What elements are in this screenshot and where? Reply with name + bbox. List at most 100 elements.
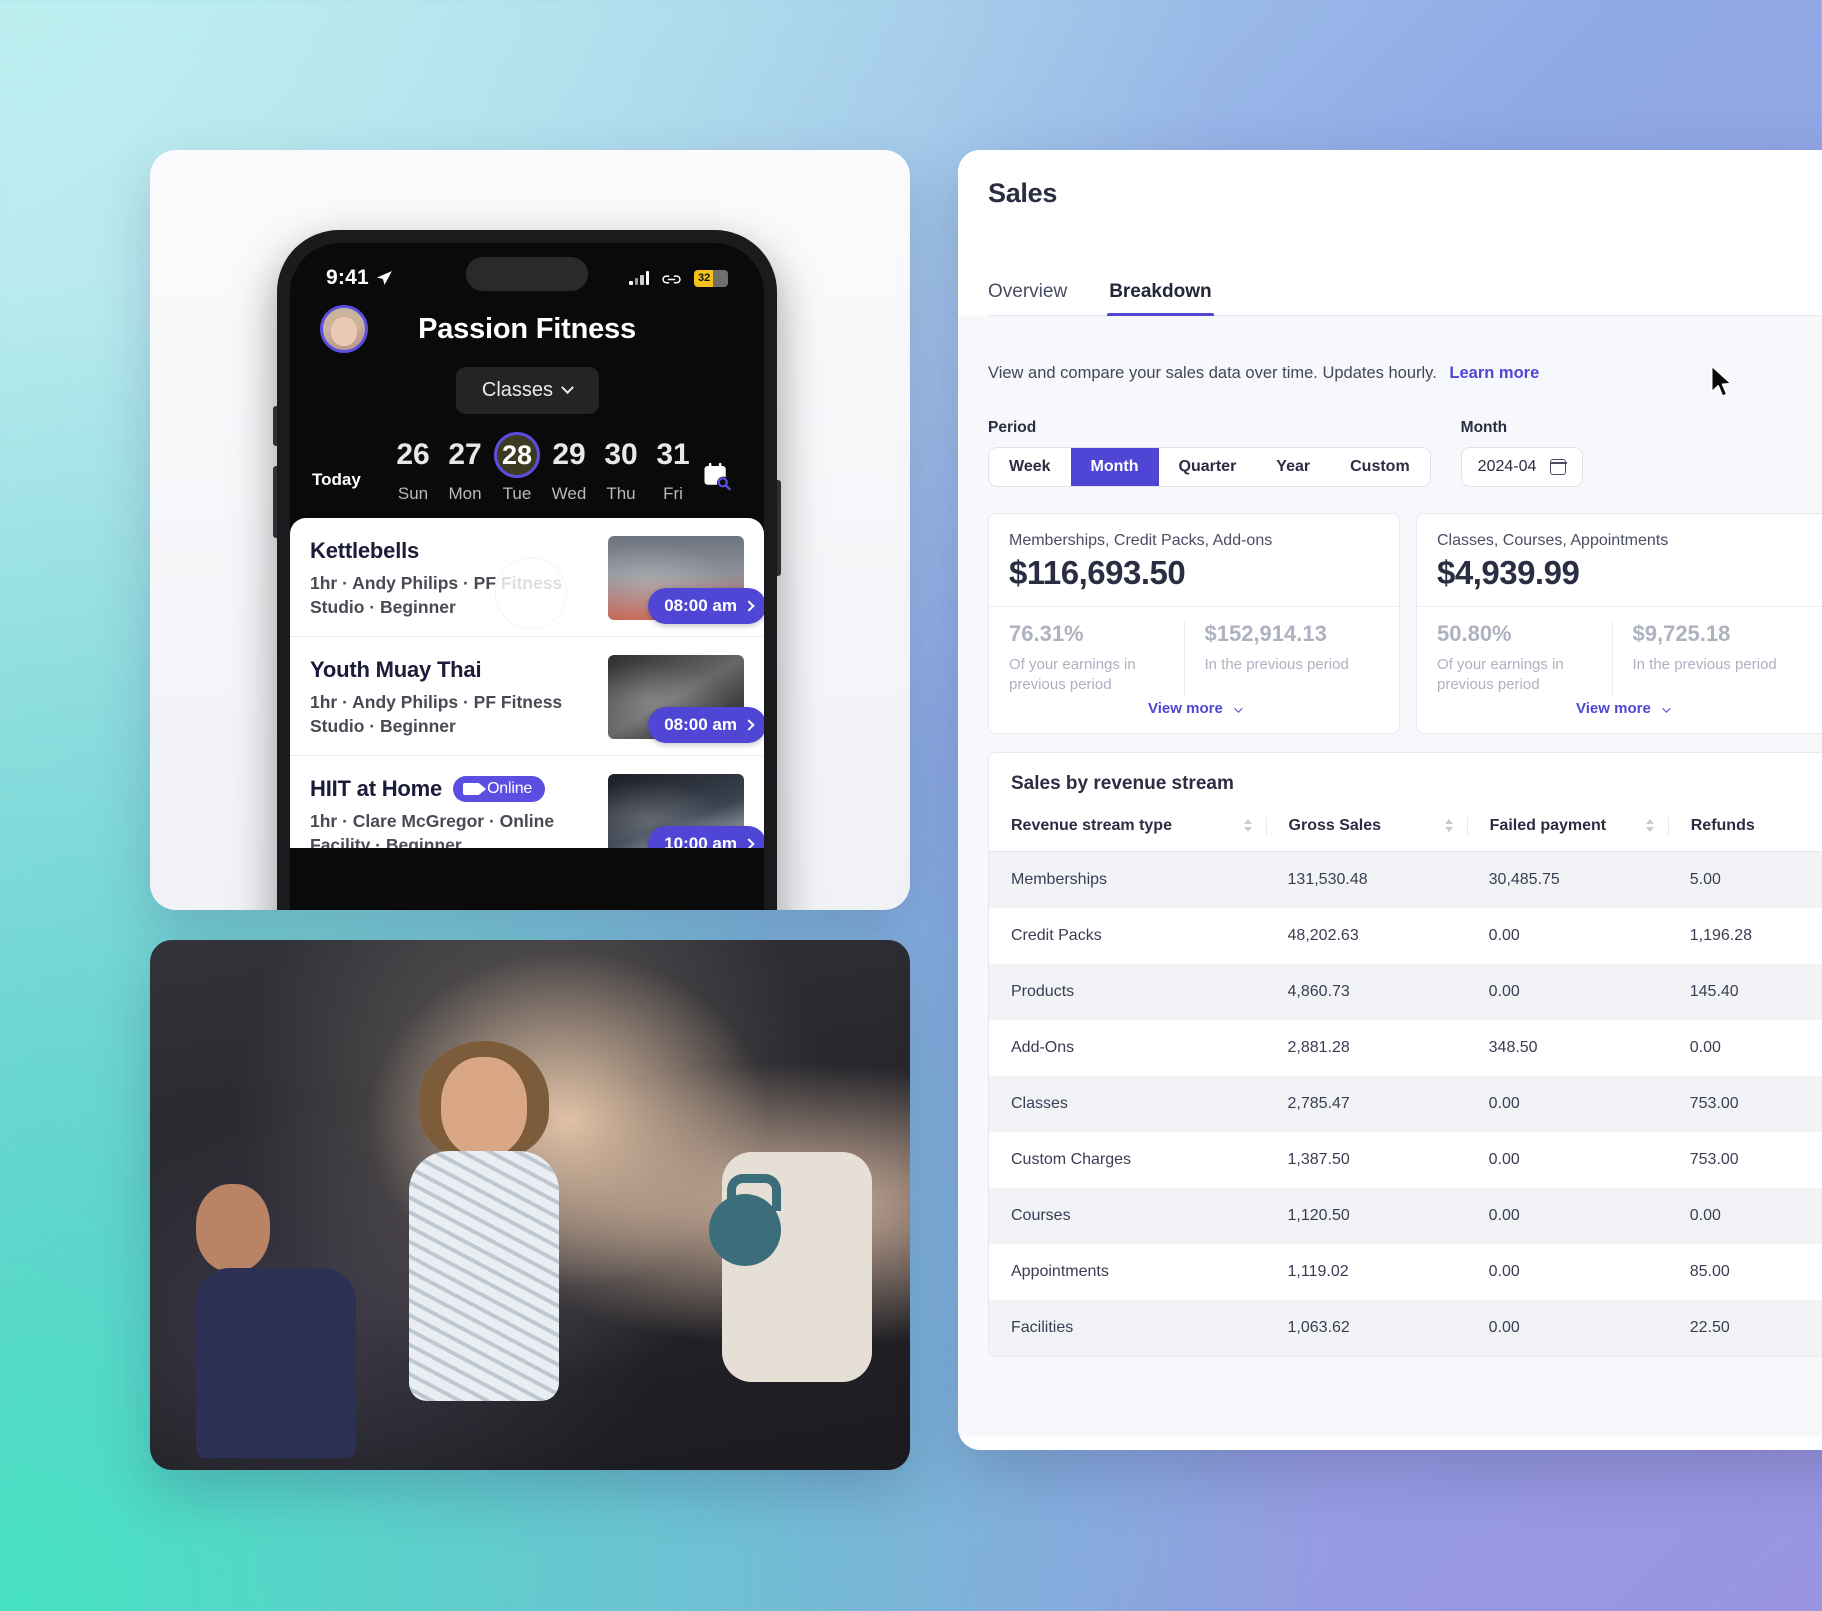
sort-icon[interactable] [1444,819,1453,832]
phone-power-button [777,480,781,576]
class-title: Kettlebells [310,538,420,563]
revenue-stream-table: Revenue stream type Gross Sales Failed p… [989,808,1822,1356]
kpi-previous-caption: In the previous period [1632,656,1777,673]
view-more-label: View more [1576,699,1651,717]
table-row[interactable]: Classes 2,785.47 0.00 753.00 [989,1075,1822,1132]
day-item[interactable]: 31 Fri [648,432,698,504]
table-header: Revenue stream type Gross Sales Failed p… [989,808,1822,852]
video-camera-icon [463,783,487,795]
view-more-button[interactable]: View more [1437,696,1807,723]
period-option-week[interactable]: Week [989,448,1071,486]
tab-breakdown[interactable]: Breakdown [1107,281,1215,316]
chevron-down-icon [1234,703,1243,713]
divider [989,606,1399,607]
chevron-down-icon [1662,703,1671,713]
classes-filter-label: Classes [481,379,554,401]
page-title: Sales [988,178,1058,208]
class-time-label: 08:00 am [664,715,737,734]
class-info: HIIT at Home Online 1hr · Clare McGregor… [310,774,608,848]
day-weekday: Thu [606,484,636,503]
kpi-cards: Memberships, Credit Packs, Add-ons $116,… [988,513,1822,734]
calendar-search-icon[interactable] [702,445,742,491]
chevron-right-icon [743,719,755,731]
kpi-value: $116,693.50 [1009,554,1186,591]
table-row[interactable]: Courses 1,120.50 0.00 0.00 [989,1187,1822,1244]
day-item[interactable]: 29 Wed [544,432,594,504]
column-failed-payment[interactable]: Failed payment [1466,808,1668,852]
class-meta: 1hr · Andy Philips · PF Fitness Studio ·… [310,692,563,737]
day-number: 30 [604,438,638,471]
revenue-stream-table-card: Sales by revenue stream Revenue stream t… [988,751,1822,1357]
cell-type: Add-Ons [1011,1038,1075,1056]
table-row[interactable]: Add-Ons 2,881.28 348.50 0.00 [989,1019,1822,1076]
learn-more-link[interactable]: Learn more [1449,364,1539,382]
cell-gross: 48,202.63 [1287,926,1359,944]
day-weekday: Sun [397,484,429,503]
location-arrow-icon [376,270,392,285]
table-row[interactable]: Appointments 1,119.02 0.00 85.00 [989,1243,1822,1300]
cell-type: Products [1011,982,1075,1000]
table-row[interactable]: Custom Charges 1,387.50 0.00 753.00 [989,1131,1822,1188]
kpi-percent-caption: Of your earnings in previous period [1437,656,1564,694]
list-item[interactable]: Kettlebells 1hr · Andy Philips · PF Fitn… [290,518,764,637]
cell-refunds: 5.00 [1689,870,1721,888]
table-row[interactable]: Products 4,860.73 0.00 145.40 [989,963,1822,1020]
period-option-custom[interactable]: Custom [1330,448,1430,486]
swipe-handle[interactable] [496,558,566,628]
sort-icon[interactable] [1645,819,1654,832]
chevron-right-icon [743,600,755,612]
cell-refunds: 22.50 [1689,1318,1730,1336]
cell-refunds: 145.40 [1689,982,1739,1000]
list-item[interactable]: HIIT at Home Online 1hr · Clare McGregor… [290,756,764,848]
class-time-button[interactable]: 10:00 am [648,826,764,848]
cell-type: Classes [1011,1094,1068,1112]
day-weekday: Fri [663,484,683,503]
column-refunds[interactable]: Refunds [1667,808,1822,852]
cell-failed: 0.00 [1488,1206,1520,1224]
class-title: Youth Muay Thai [310,657,482,682]
class-time-button[interactable]: 08:00 am [648,707,764,743]
sales-dashboard-panel: Sales Overview Breakdown View and compar… [958,150,1822,1450]
cell-failed: 0.00 [1488,926,1520,944]
column-gross-sales[interactable]: Gross Sales [1265,808,1467,852]
cell-failed: 0.00 [1488,1262,1520,1280]
classes-filter-dropdown[interactable]: Classes [455,367,599,414]
day-item[interactable]: 27 Mon [440,432,490,504]
day-item-selected[interactable]: 28 Tue [492,432,542,504]
link-icon [662,274,681,283]
list-item[interactable]: Youth Muay Thai 1hr · Andy Philips · PF … [290,637,764,756]
column-label: Gross Sales [1288,816,1382,834]
phone-mockup-panel: 9:41 32 Passion Fitness Classes Today 26… [150,150,910,910]
cell-refunds: 1,196.28 [1689,926,1753,944]
month-picker[interactable]: 2024-04 [1460,447,1584,487]
divider [1417,606,1822,607]
cell-type: Custom Charges [1011,1150,1132,1168]
period-option-quarter[interactable]: Quarter [1159,448,1257,486]
period-option-year[interactable]: Year [1256,448,1330,486]
view-more-button[interactable]: View more [1009,696,1379,723]
column-revenue-stream-type[interactable]: Revenue stream type [989,808,1266,852]
day-item[interactable]: 30 Thu [596,432,646,504]
kpi-card-classes: Classes, Courses, Appointments $4,939.99… [1416,513,1822,734]
cell-gross: 131,530.48 [1287,870,1368,888]
cell-failed: 0.00 [1488,1318,1520,1336]
cell-gross: 1,120.50 [1287,1206,1350,1224]
cell-failed: 30,485.75 [1488,870,1560,888]
class-time-button[interactable]: 08:00 am [648,588,764,624]
tab-overview[interactable]: Overview [988,281,1067,315]
phone-screen: 9:41 32 Passion Fitness Classes Today 26… [290,243,764,910]
day-number: 31 [656,438,690,471]
table-row[interactable]: Credit Packs 48,202.63 0.00 1,196.28 [989,907,1822,964]
table-row[interactable]: Memberships 131,530.48 30,485.75 5.00 [989,851,1822,908]
table-row[interactable]: Facilities 1,063.62 0.00 22.50 [989,1299,1822,1356]
kpi-card-memberships: Memberships, Credit Packs, Add-ons $116,… [988,513,1400,734]
avatar[interactable] [320,305,368,353]
sort-icon[interactable] [1243,819,1252,832]
day-item[interactable]: 26 Sun [388,432,438,504]
date-strip: Today 26 Sun 27 Mon 28 Tue 29 Wed 30 Thu… [290,432,764,518]
day-weekday: Mon [448,484,482,503]
period-option-month[interactable]: Month [1070,448,1159,486]
month-control: Month 2024-04 [1460,419,1584,487]
table-header-row: Revenue stream type Gross Sales Failed p… [989,808,1822,852]
column-label: Revenue stream type [1011,816,1172,834]
